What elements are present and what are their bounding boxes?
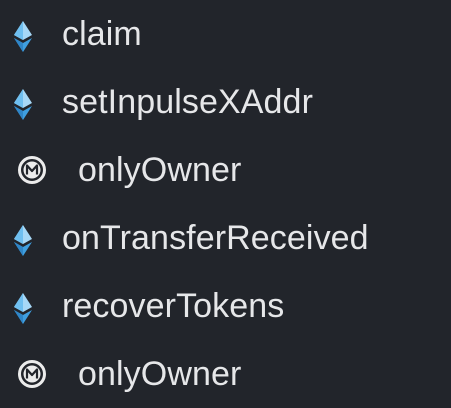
item-label: setInpulseXAddr: [62, 83, 313, 121]
ethereum-diamond-icon: [10, 280, 36, 332]
outline-item-recovertokens[interactable]: recoverTokens: [0, 272, 451, 340]
item-label: recoverTokens: [62, 287, 285, 325]
outline-item-claim[interactable]: claim: [0, 0, 451, 68]
item-label: onTransferReceived: [62, 219, 369, 257]
item-label: onlyOwner: [78, 355, 242, 393]
outline-list: claim setInpulseXAddr onlyOwner onTransf…: [0, 0, 451, 408]
item-label: onlyOwner: [78, 151, 242, 189]
ethereum-diamond-icon: [10, 212, 36, 264]
outline-item-setinpulsexaddr[interactable]: setInpulseXAddr: [0, 68, 451, 136]
circled-m-icon: [12, 144, 52, 196]
outline-item-ontransferreceived[interactable]: onTransferReceived: [0, 204, 451, 272]
item-label: claim: [62, 15, 142, 53]
ethereum-diamond-icon: [10, 8, 36, 60]
outline-item-onlyowner[interactable]: onlyOwner: [0, 136, 451, 204]
outline-item-onlyowner[interactable]: onlyOwner: [0, 340, 451, 408]
ethereum-diamond-icon: [10, 76, 36, 128]
circled-m-icon: [12, 348, 52, 400]
